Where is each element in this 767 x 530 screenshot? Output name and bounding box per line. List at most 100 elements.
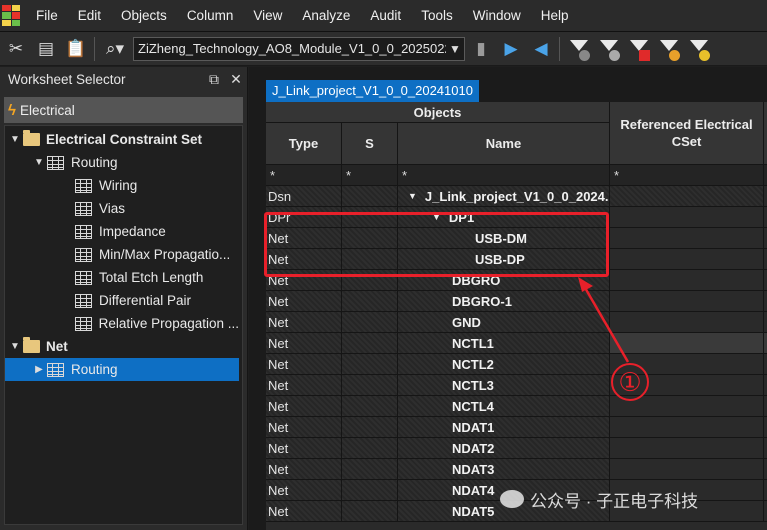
cell-ref-cset[interactable] — [610, 333, 764, 354]
column-header-ref-cset[interactable]: Referenced Electrical CSet — [610, 102, 764, 165]
section-electrical[interactable]: ϟ Electrical — [4, 97, 243, 123]
cell-name[interactable]: NDAT1 — [398, 417, 610, 438]
bookmark-icon[interactable]: ▮ — [467, 35, 495, 63]
cell-type[interactable]: Net — [266, 354, 342, 375]
close-icon[interactable]: ✕ — [225, 71, 247, 88]
tree-item-electrical-constraint-set[interactable]: ▼ Electrical Constraint Set — [5, 128, 239, 151]
menu-analyze[interactable]: Analyze — [292, 0, 360, 32]
cell-s[interactable] — [342, 438, 398, 459]
cell-s[interactable] — [342, 291, 398, 312]
cell-name[interactable]: ▼ J_Link_project_V1_0_0_2024... — [398, 186, 610, 207]
expand-icon[interactable]: ▶ — [31, 364, 47, 375]
cell-type[interactable]: Net — [266, 396, 342, 417]
cell-name[interactable]: NCTL1 — [398, 333, 610, 354]
cell-type[interactable]: Net — [266, 501, 342, 522]
cell-s[interactable] — [342, 186, 398, 207]
filter-warning-icon[interactable] — [624, 35, 654, 63]
tree-item-wiring[interactable]: Wiring — [5, 174, 239, 197]
filter-icon[interactable] — [684, 35, 714, 63]
cell-ref-cset[interactable] — [610, 228, 764, 249]
cell-ref-cset[interactable] — [610, 291, 764, 312]
cell-type[interactable]: Net — [266, 291, 342, 312]
cell-s[interactable] — [342, 396, 398, 417]
cell-ref-cset[interactable] — [610, 207, 764, 228]
cell-ref-cset[interactable] — [610, 249, 764, 270]
filter-name[interactable]: * — [398, 165, 610, 186]
cell-name[interactable]: NCTL3 — [398, 375, 610, 396]
cell-ref-cset[interactable] — [610, 312, 764, 333]
menu-objects[interactable]: Objects — [111, 0, 177, 32]
paste-icon[interactable]: 📋 — [62, 35, 90, 63]
copy-icon[interactable]: ▤ — [32, 35, 60, 63]
tree-item-min-max-propagatio[interactable]: Min/Max Propagatio... — [5, 243, 239, 266]
cell-s[interactable] — [342, 480, 398, 501]
tree-item-differential-pair[interactable]: Differential Pair — [5, 289, 239, 312]
menu-file[interactable]: File — [26, 0, 68, 32]
tree-item-impedance[interactable]: Impedance — [5, 220, 239, 243]
cell-ref-cset[interactable] — [610, 186, 764, 207]
cell-type[interactable]: Net — [266, 459, 342, 480]
menu-window[interactable]: Window — [463, 0, 531, 32]
cell-type[interactable]: Dsn — [266, 186, 342, 207]
tree-item-total-etch-length[interactable]: Total Etch Length — [5, 266, 239, 289]
tree-item-routing[interactable]: ▶ Routing — [5, 358, 239, 381]
tree-item-net[interactable]: ▼ Net — [5, 335, 239, 358]
tree-item-relative-propagation[interactable]: Relative Propagation ... — [5, 312, 239, 335]
cell-name[interactable]: NCTL4 — [398, 396, 610, 417]
tree-item-vias[interactable]: Vias — [5, 197, 239, 220]
cell-name[interactable]: NDAT3 — [398, 459, 610, 480]
collapse-icon[interactable]: ▼ — [7, 341, 23, 352]
cell-type[interactable]: Net — [266, 312, 342, 333]
filter-type[interactable]: * — [266, 165, 342, 186]
tab-design[interactable]: J_Link_project_V1_0_0_20241010 — [266, 80, 479, 102]
filter-icon[interactable] — [594, 35, 624, 63]
collapse-icon[interactable]: ▼ — [31, 157, 47, 168]
tree-item-routing[interactable]: ▼ Routing — [5, 151, 239, 174]
menu-view[interactable]: View — [243, 0, 292, 32]
float-icon[interactable]: ⧉ — [203, 71, 225, 88]
filter-ref-cset[interactable]: * — [610, 165, 764, 186]
cell-s[interactable] — [342, 375, 398, 396]
cell-s[interactable] — [342, 354, 398, 375]
cell-name[interactable]: GND — [398, 312, 610, 333]
cell-name[interactable]: NDAT2 — [398, 438, 610, 459]
chevron-down-icon[interactable]: ▼ — [446, 42, 464, 56]
cell-ref-cset[interactable] — [610, 438, 764, 459]
cell-type[interactable]: Net — [266, 375, 342, 396]
menu-edit[interactable]: Edit — [68, 0, 111, 32]
tree-item-label: Differential Pair — [99, 293, 192, 308]
cell-s[interactable] — [342, 333, 398, 354]
filter-icon[interactable] — [564, 35, 594, 63]
bookmark-next-icon[interactable]: ▶ — [497, 35, 525, 63]
filter-icon[interactable] — [654, 35, 684, 63]
filter-s[interactable]: * — [342, 165, 398, 186]
cell-s[interactable] — [342, 459, 398, 480]
cell-ref-cset[interactable] — [610, 459, 764, 480]
column-header-type[interactable]: Type — [266, 123, 342, 165]
cell-ref-cset[interactable] — [610, 417, 764, 438]
column-header-s[interactable]: S — [342, 123, 398, 165]
cell-type[interactable]: Net — [266, 480, 342, 501]
cell-ref-cset[interactable] — [610, 270, 764, 291]
menu-help[interactable]: Help — [531, 0, 579, 32]
worksheet-grid-icon — [75, 224, 92, 239]
cell-name[interactable]: NCTL2 — [398, 354, 610, 375]
bookmark-prev-icon[interactable]: ◀ — [527, 35, 555, 63]
collapse-icon[interactable]: ▼ — [408, 191, 417, 201]
cell-s[interactable] — [342, 417, 398, 438]
menu-audit[interactable]: Audit — [360, 0, 411, 32]
cut-icon[interactable]: ✂ — [2, 35, 30, 63]
watermark: 公众号 · 子正电子科技 — [500, 486, 698, 512]
cell-s[interactable] — [342, 312, 398, 333]
cell-name[interactable]: DBGRO-1 — [398, 291, 610, 312]
cell-s[interactable] — [342, 501, 398, 522]
menu-tools[interactable]: Tools — [411, 0, 463, 32]
find-icon[interactable]: ⌕▾ — [101, 35, 129, 63]
menu-column[interactable]: Column — [177, 0, 244, 32]
design-combo[interactable]: ZiZheng_Technology_AO8_Module_V1_0_0_202… — [133, 36, 465, 61]
cell-type[interactable]: Net — [266, 417, 342, 438]
cell-type[interactable]: Net — [266, 333, 342, 354]
collapse-icon[interactable]: ▼ — [7, 134, 23, 145]
column-header-name[interactable]: Name — [398, 123, 610, 165]
cell-type[interactable]: Net — [266, 438, 342, 459]
